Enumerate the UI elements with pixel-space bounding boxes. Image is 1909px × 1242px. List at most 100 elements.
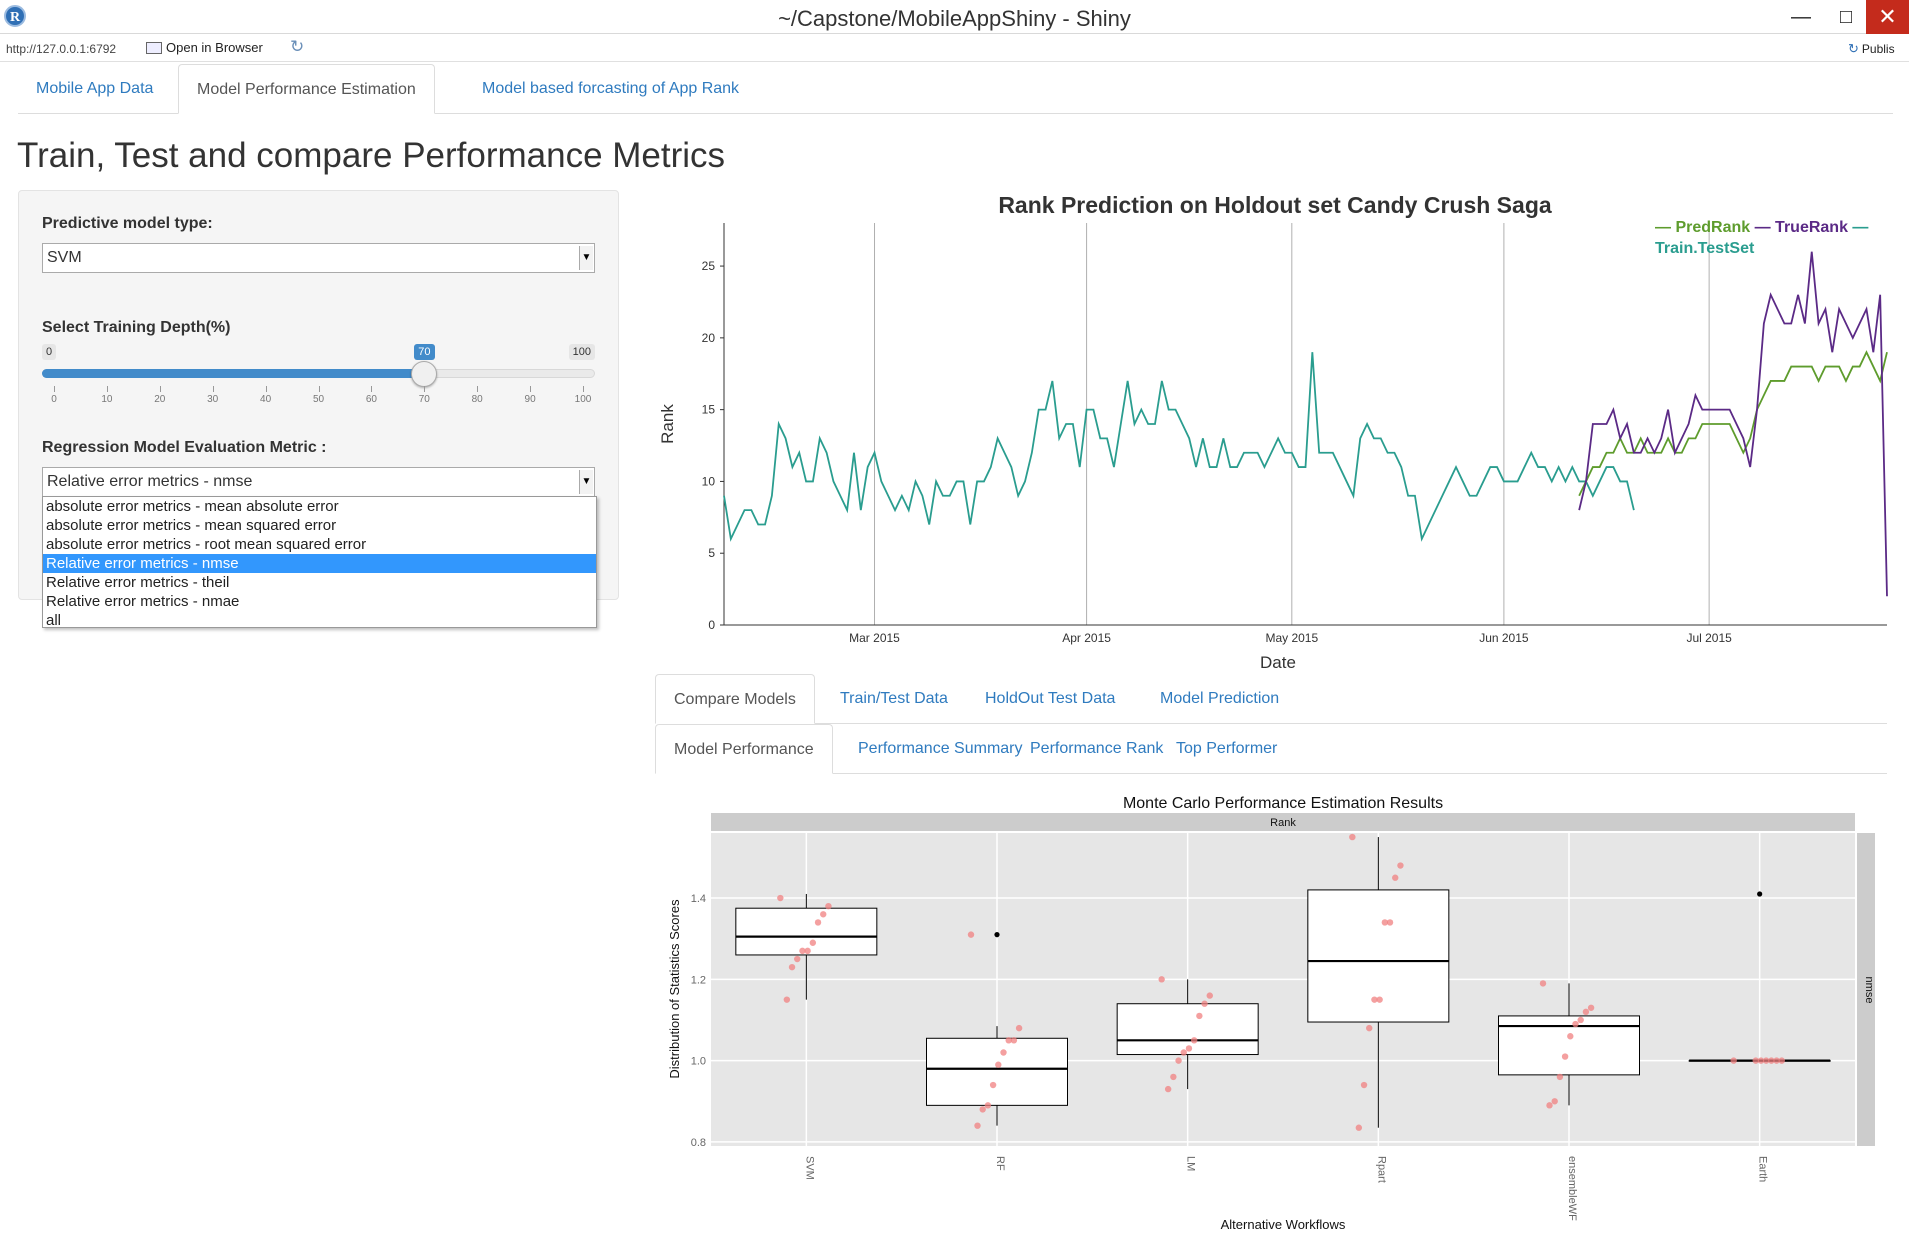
slider-tick: [477, 386, 479, 392]
metric-option[interactable]: all: [43, 611, 596, 630]
jitter-point: [1371, 996, 1378, 1003]
chart-title: Rank Prediction on Holdout set Candy Cru…: [998, 192, 1552, 218]
slider-tick: [530, 386, 532, 392]
legend-label-truerank: TrueRank: [1775, 219, 1852, 236]
rank-prediction-chart: Rank Prediction on Holdout set Candy Cru…: [658, 192, 1888, 672]
slider-max-label: 100: [568, 344, 595, 360]
training-depth-slider[interactable]: 0 70 100 0 10 20 30 40 50 60 70 80 90 100: [42, 344, 595, 414]
x-tick-label: ensembleWF: [1566, 1156, 1578, 1221]
performance-tabs: Model Performance Performance Summary Pe…: [655, 724, 1887, 774]
jitter-point: [794, 955, 801, 963]
metric-option[interactable]: absolute error metrics - mean absolute e…: [43, 497, 596, 516]
jitter-point: [809, 939, 817, 946]
jitter-point: [1730, 1057, 1737, 1064]
y-tick-label: 5: [708, 546, 715, 560]
tab-model-performance-estimation[interactable]: Model Performance Estimation: [178, 64, 435, 114]
jitter-point: [1000, 1049, 1007, 1056]
slider-tick-label: 100: [574, 394, 592, 405]
x-tick-label: Jun 2015: [1479, 631, 1529, 645]
window-title-bar: R ~/Capstone/MobileAppShiny - Shiny — □ …: [0, 0, 1909, 34]
jitter-point: [1360, 1081, 1368, 1089]
x-tick-label: LM: [1185, 1156, 1197, 1171]
tab-performance-rank[interactable]: Performance Rank: [1012, 724, 1181, 774]
tab-compare-models[interactable]: Compare Models: [655, 674, 815, 724]
jitter-point: [974, 1122, 981, 1129]
slider-tick: [583, 386, 584, 392]
slider-tick: [318, 386, 320, 392]
close-button[interactable]: ✕: [1866, 0, 1909, 34]
legend-label-predrank: PredRank: [1675, 219, 1754, 236]
tab-top-performer[interactable]: Top Performer: [1158, 724, 1295, 774]
tab-train-test-data[interactable]: Train/Test Data: [822, 674, 966, 724]
jitter-point: [1551, 1098, 1558, 1105]
jitter-point: [979, 1106, 986, 1113]
slider-tick-label: 80: [471, 394, 483, 405]
tab-mobile-app-data[interactable]: Mobile App Data: [18, 64, 171, 114]
metric-option[interactable]: Relative error metrics - theil: [43, 573, 596, 592]
slider-tick: [212, 386, 214, 392]
jitter-point: [1572, 1020, 1579, 1028]
metric-option[interactable]: Relative error metrics - nmae: [43, 592, 596, 611]
slider-tick: [265, 386, 267, 392]
jitter-point: [1539, 980, 1547, 987]
x-axis-label: Date: [1260, 653, 1296, 672]
tab-performance-summary[interactable]: Performance Summary: [840, 724, 1041, 774]
x-tick-label: May 2015: [1265, 631, 1318, 645]
series-line-truerank: [1578, 251, 1888, 597]
minimize-button[interactable]: —: [1781, 4, 1821, 30]
jitter-point: [1366, 1024, 1373, 1032]
metric-option[interactable]: absolute error metrics - mean squared er…: [43, 516, 596, 535]
tab-model-prediction[interactable]: Model Prediction: [1142, 674, 1297, 724]
tab-model-performance[interactable]: Model Performance: [655, 724, 833, 774]
tab-model-based-forecasting[interactable]: Model based forcasting of App Rank: [464, 64, 757, 114]
slider-tick-label: 70: [418, 394, 430, 405]
jitter-point: [1587, 1004, 1595, 1011]
model-type-value: SVM: [47, 249, 82, 266]
open-in-browser-button[interactable]: Open in Browser: [146, 40, 263, 55]
chart-legend: — PredRank — TrueRank —: [1655, 219, 1868, 236]
slider-value-label: 70: [414, 344, 435, 360]
metric-label: Regression Model Evaluation Metric :: [42, 439, 327, 456]
maximize-button[interactable]: □: [1826, 4, 1866, 30]
publish-button[interactable]: ↻ Publis: [1848, 41, 1895, 57]
jitter-point: [1180, 1049, 1187, 1056]
slider-tick-label: 30: [207, 394, 219, 405]
x-axis-label: Alternative Workflows: [1221, 1217, 1346, 1232]
plot-panel: [711, 833, 1855, 1146]
legend-swatch-truerank: —: [1755, 219, 1775, 236]
outlier-point: [994, 932, 1000, 938]
legend-swatch-predrank: —: [1655, 219, 1675, 236]
jitter-point: [1190, 1037, 1198, 1044]
metric-option[interactable]: absolute error metrics - root mean squar…: [43, 535, 596, 554]
jitter-point: [814, 919, 822, 926]
jitter-point: [1196, 1012, 1203, 1020]
address-url[interactable]: http://127.0.0.1:6792: [6, 42, 116, 56]
jitter-point: [825, 902, 832, 910]
jitter-point: [1015, 1024, 1023, 1032]
slider-tick: [371, 386, 373, 392]
jitter-point: [1582, 1008, 1590, 1016]
chevron-down-icon: ▼: [579, 470, 593, 494]
compare-tabs: Compare Models Train/Test Data HoldOut T…: [655, 674, 1887, 724]
jitter-point: [1567, 1033, 1574, 1040]
y-tick-label: 0: [708, 618, 715, 632]
metric-option[interactable]: Relative error metrics - nmse: [43, 554, 596, 573]
metric-select[interactable]: Relative error metrics - nmse ▼: [42, 467, 595, 497]
jitter-point: [1556, 1073, 1564, 1081]
legend-swatch-train-testset: —: [1852, 219, 1868, 236]
tab-holdout-test-data[interactable]: HoldOut Test Data: [967, 674, 1133, 724]
box-rf: [926, 1037, 1068, 1106]
monte-carlo-chart: Monte Carlo Performance Estimation Resul…: [667, 795, 1875, 1232]
publish-label: Publis: [1861, 42, 1895, 56]
jitter-point: [783, 996, 791, 1003]
model-type-select[interactable]: SVM ▼: [42, 243, 595, 273]
y-axis-label: Rank: [658, 404, 677, 444]
refresh-icon[interactable]: ↻: [290, 37, 304, 57]
x-tick-label: Apr 2015: [1062, 631, 1111, 645]
publish-icon: ↻: [1848, 41, 1859, 56]
y-tick-label: 10: [702, 474, 716, 488]
jitter-point: [1561, 1053, 1569, 1060]
slider-handle[interactable]: [411, 361, 438, 387]
jitter-point: [799, 947, 806, 955]
jitter-point: [1005, 1037, 1012, 1044]
